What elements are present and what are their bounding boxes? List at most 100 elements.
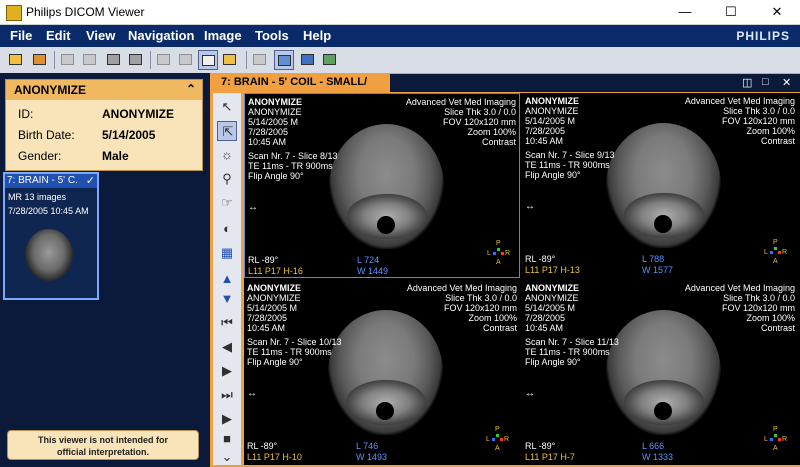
series-icon [33,54,46,65]
orient-left: L [487,250,491,257]
series-thumbnail-image[interactable] [25,229,73,281]
horizontal-arrow-icon: ↔ [248,202,258,213]
maximize-viewer-icon[interactable]: □ [762,76,769,88]
select-tool-button[interactable]: ↖ [217,97,237,117]
3d-view-button[interactable] [298,50,318,70]
orient-bottom: A [496,259,501,266]
open-folder-button[interactable] [6,50,26,70]
menu-file[interactable]: File [10,28,32,43]
menu-view[interactable]: View [86,28,115,43]
invert-tool-button[interactable]: ◐ [217,219,237,239]
next-image-button[interactable]: ▶ [217,361,237,381]
orient-right: R [782,436,788,443]
print-button[interactable] [104,50,124,70]
series-title-bar: 7: BRAIN - 5' C... ✓ [5,174,97,188]
horizontal-arrow-icon: ↔ [525,388,535,399]
navigate-forward-button[interactable] [176,50,196,70]
next-page-icon: ▶ [222,363,232,378]
series-view-button[interactable] [274,50,294,70]
collapse-icon[interactable]: ⌃ [186,82,196,96]
overlay-institution: Advanced Vet Med Imaging [684,96,795,106]
more-tools-button[interactable]: ⌄ [217,447,237,467]
navigate-back-button[interactable] [154,50,174,70]
close-button[interactable]: ✕ [754,0,800,24]
forward-icon [179,54,192,65]
menu-bar: File Edit View Navigation Image Tools He… [0,25,800,47]
viewport-4[interactable]: ANONYMIZE ANONYMIZE 5/14/2005 M 7/28/200… [522,280,798,465]
overlay-zoom: Zoom 100% [467,127,516,137]
hand-tool-button[interactable]: ☞ [217,193,237,213]
overlay-patient-id: ANONYMIZE [525,106,579,116]
series-view-icon [278,55,291,66]
overlay-study-time: 10:45 AM [247,323,286,333]
minimize-button[interactable]: — [662,0,708,24]
viewport-1[interactable]: ANONYMIZE ANONYMIZE 5/14/2005 M 7/28/200… [244,93,520,278]
window-level-icon: ☼ [221,147,233,162]
mri-image[interactable] [328,310,443,435]
overlay-contrast: Contrast [760,323,795,333]
foramen [654,215,672,233]
check-icon: ✓ [85,175,95,187]
mri-image[interactable] [606,123,721,248]
overlay-zoom: Zoom 100% [746,313,795,323]
viewport-3[interactable]: ANONYMIZE ANONYMIZE 5/14/2005 M 7/28/200… [244,280,520,465]
overlay-slice-thk: Slice Thk 3.0 / 0.0 [445,293,517,303]
orientation-marker-icon: P L R A [764,426,788,452]
overlay-birth: 5/14/2005 M [248,117,299,127]
previous-image-button[interactable]: ◀ [217,337,237,357]
layout-mode-button[interactable] [198,50,218,70]
overlay-study-date: 7/28/2005 [247,313,288,323]
menu-tools[interactable]: Tools [255,28,289,43]
scroll-down-button[interactable]: ▼ [217,289,237,309]
overlay-te-tr: TE 11ms - TR 900ms [525,347,610,357]
maximize-button[interactable]: ☐ [708,0,754,24]
print-preview-icon [83,54,96,65]
scroll-up-button[interactable]: ▲ [217,269,237,289]
stack-mode-button[interactable] [220,50,240,70]
overlay-width: W 1493 [356,452,388,462]
left-panel: ANONYMIZE ⌃ ID: ANONYMIZE Birth Date: 5/… [0,73,210,467]
mri-image[interactable] [606,310,721,435]
menu-image[interactable]: Image [204,28,242,43]
overlay-rl: RL -89° [525,254,556,264]
overlay-scan: Scan Nr. 7 - Slice 10/13 [247,337,342,347]
print-setup-button[interactable] [126,50,146,70]
orient-right: R [782,249,788,256]
stop-button[interactable]: ■ [217,429,237,449]
orient-dot [501,252,504,255]
compare-button[interactable] [250,50,270,70]
orient-dot [778,438,781,441]
print-preview-button[interactable] [80,50,100,70]
window-level-tool-button[interactable]: ☼ [217,145,237,165]
orient-dot [774,247,777,250]
toolbar [0,47,800,74]
last-image-button[interactable]: ⏭ [217,385,237,405]
patient-card-header[interactable]: ANONYMIZE ⌃ [6,80,202,100]
export-button[interactable] [58,50,78,70]
menu-help[interactable]: Help [303,28,331,43]
menu-edit[interactable]: Edit [46,28,71,43]
play-button[interactable]: ▶ [217,409,237,429]
birth-date-value: 5/14/2005 [102,128,156,142]
viewer-tab[interactable]: 7: BRAIN - 5' COIL - SMALL/ [213,74,387,92]
overlay-patient: ANONYMIZE [247,283,301,293]
layout-grid-button[interactable]: ▦ [217,243,237,263]
printer-icon [107,54,120,65]
zoom-tool-button[interactable]: ⚲ [217,169,237,189]
stack-down-icon: ▼ [220,291,234,306]
pan-icon: ⇱ [222,124,234,139]
first-image-button[interactable]: ⏮ [217,313,237,333]
menu-navigation[interactable]: Navigation [128,28,194,43]
mri-image[interactable] [329,124,444,249]
close-viewer-icon[interactable]: ✕ [782,76,791,89]
overlay-study-time: 10:45 AM [525,323,564,333]
series-thumbnail-card[interactable]: 7: BRAIN - 5' C... ✓ MR 13 images 7/28/2… [3,172,99,300]
foramen [654,402,672,420]
viewport-2[interactable]: ANONYMIZE ANONYMIZE 5/14/2005 M 7/28/200… [522,93,798,278]
pan-tool-button[interactable]: ⇱ [217,121,237,141]
overlay-birth: 5/14/2005 M [525,303,576,313]
overlay-fov: FOV 120x120 mm [721,116,795,126]
open-series-button[interactable] [30,50,50,70]
restore-viewer-icon[interactable]: ◫ [742,76,752,89]
tools-button[interactable] [320,50,340,70]
